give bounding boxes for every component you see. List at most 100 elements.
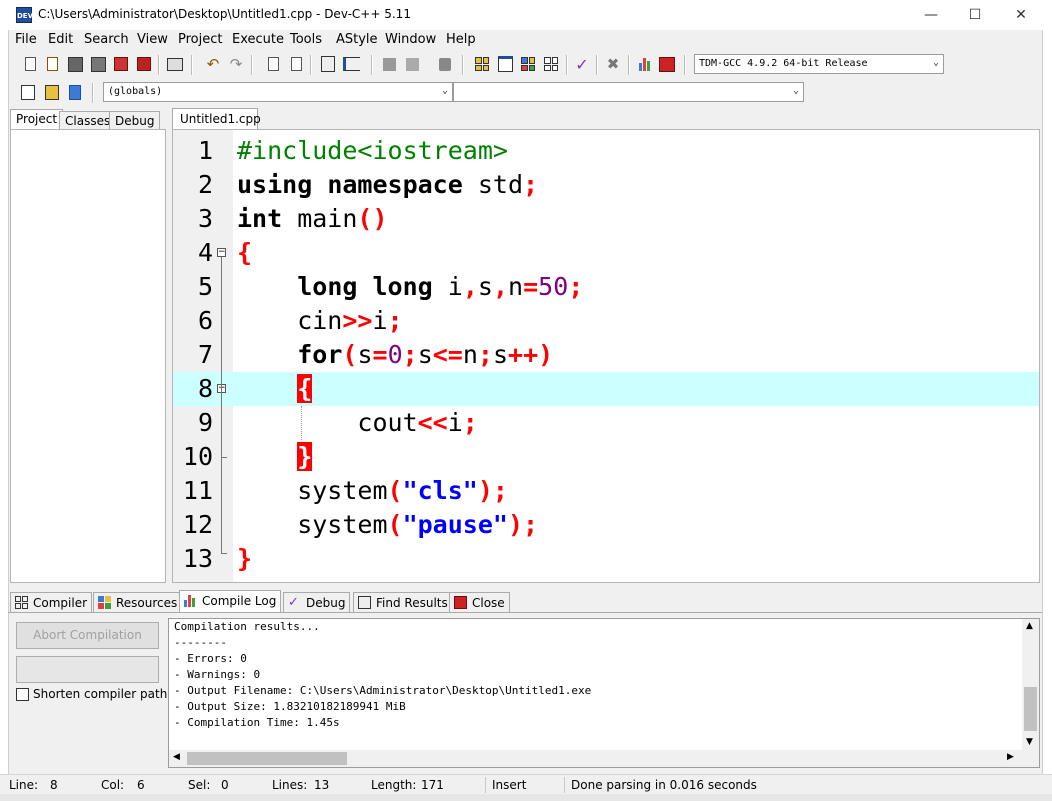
tab-compiler[interactable]: Compiler [10,592,93,612]
code-line: 6 cin>>i; [173,304,1039,338]
tab-debug-label: Debug [306,596,346,610]
background-window-edge [0,30,9,801]
new-file-button[interactable] [20,54,40,74]
log-line: - Errors: 0 [174,652,247,665]
status-length-value: 171 [421,778,444,792]
undo-button[interactable]: ↶ [203,54,223,74]
status-line-value: 8 [50,778,58,792]
title-bar: DEV C:\Users\Administrator\Desktop\Untit… [0,0,1052,30]
menu-bar: File Edit Search View Project Execute To… [8,30,1042,50]
code-line: 5 long long i,s,n=50; [173,270,1039,304]
line-number: 9 [197,408,213,437]
save-all-button[interactable] [88,54,108,74]
compile-button[interactable] [472,54,492,74]
remove-from-project-button[interactable] [435,54,455,74]
tab-compiler-label: Compiler [33,596,88,610]
line-number: 2 [197,170,213,199]
fold-toggle-icon[interactable]: − [217,248,226,257]
code-line: 13 } [173,542,1039,576]
menu-file[interactable]: File [15,32,37,47]
shorten-paths-checkbox[interactable] [16,687,29,701]
indent-icon [342,57,360,71]
code-line: 3 int main() [173,202,1039,236]
compiler-select[interactable]: TDM-GCC 4.9.2 64-bit Release ⌄ [694,54,944,74]
menu-astyle[interactable]: AStyle [336,32,378,47]
tab-resources[interactable]: Resources [93,592,183,612]
tab-debug[interactable]: ✓ Debug [283,592,351,612]
tab-close[interactable]: Close [449,592,510,612]
syntax-check-button[interactable]: ✓ [572,54,592,74]
cross-icon: ✖ [606,55,620,73]
close-window-button[interactable]: ✕ [998,0,1044,30]
redo-button[interactable]: ↷ [226,54,246,74]
close-all-button[interactable] [134,54,154,74]
tab-debug-left[interactable]: Debug [109,111,161,129]
line-number: 7 [197,340,213,369]
menu-search[interactable]: Search [84,32,129,47]
code-text: using namespace std; [237,170,539,199]
redo-icon: ↷ [229,55,243,73]
status-sel-value: 0 [221,778,229,792]
fold-guide [221,257,222,553]
scroll-right-icon[interactable]: ▶ [1007,752,1014,762]
code-line: 12 system("pause"); [173,508,1039,542]
toggle-bookmark-button[interactable] [42,82,62,102]
bookmark-icon [45,84,59,100]
compile-log-output[interactable]: Compilation results... -------- - Errors… [168,618,1040,768]
menu-view[interactable]: View [137,32,168,47]
minimize-button[interactable]: — [908,0,954,30]
indent-button[interactable] [341,54,361,74]
toolbar-separator [371,55,373,75]
menu-help[interactable]: Help [446,32,476,47]
code-text: system("pause"); [237,510,539,539]
scroll-down-icon[interactable]: ▼ [1026,737,1033,747]
menu-execute[interactable]: Execute [232,32,284,47]
add-to-project-button[interactable] [402,54,422,74]
horizontal-scroll-thumb[interactable] [187,752,347,765]
menu-project[interactable]: Project [178,32,222,47]
delete-profile-button[interactable] [657,54,677,74]
bar-chart-icon [184,594,197,607]
find-button[interactable] [263,54,283,74]
add-project-icon [405,57,419,71]
replace-button[interactable] [286,54,306,74]
scroll-left-icon[interactable]: ◀ [173,752,180,762]
insert-button[interactable] [18,82,38,102]
scope-select[interactable]: (globals) ⌄ [103,82,453,102]
rebuild-all-button[interactable] [541,54,561,74]
maximize-button[interactable]: ☐ [952,0,998,30]
tab-find-results[interactable]: Find Results [353,592,453,612]
menu-edit[interactable]: Edit [48,32,73,47]
tab-classes[interactable]: Classes [59,111,117,129]
goto-bookmark-button[interactable] [65,82,85,102]
compile-run-button[interactable] [518,54,538,74]
scroll-up-icon[interactable]: ▲ [1026,621,1033,631]
new-project-button[interactable] [379,54,399,74]
stop-execution-button[interactable]: ✖ [603,54,623,74]
devcpp-app-icon[interactable]: DEV [16,7,33,23]
menu-tools[interactable]: Tools [290,32,322,47]
shorten-paths-option[interactable]: Shorten compiler paths [16,687,174,701]
close-panel-icon [454,596,467,609]
close-file-button[interactable] [111,54,131,74]
project-tree[interactable] [10,129,166,583]
abort-compilation-button[interactable]: Abort Compilation [16,622,159,649]
line-number: 8 [197,374,213,403]
tab-project[interactable]: Project [10,109,64,129]
horizontal-scrollbar[interactable]: ◀ ▶ [169,750,1039,767]
run-button[interactable] [495,54,515,74]
profile-button[interactable] [634,54,654,74]
tab-compile-log[interactable]: Compile Log [179,590,282,612]
goto-line-button[interactable] [318,54,338,74]
member-select[interactable]: ⌄ [453,82,804,102]
vertical-scrollbar[interactable]: ▲ ▼ [1022,619,1039,752]
save-button[interactable] [65,54,85,74]
open-button[interactable] [42,54,62,74]
code-text: long long i,s,n=50; [297,272,584,301]
vertical-scroll-thumb[interactable] [1024,687,1037,731]
close-file-icon [114,57,128,71]
code-editor[interactable]: 1 #include<iostream> 2 using namespace s… [172,129,1040,583]
print-button[interactable] [165,54,185,74]
editor-tab-untitled1[interactable]: Untitled1.cpp [172,108,261,129]
menu-window[interactable]: Window [385,32,436,47]
